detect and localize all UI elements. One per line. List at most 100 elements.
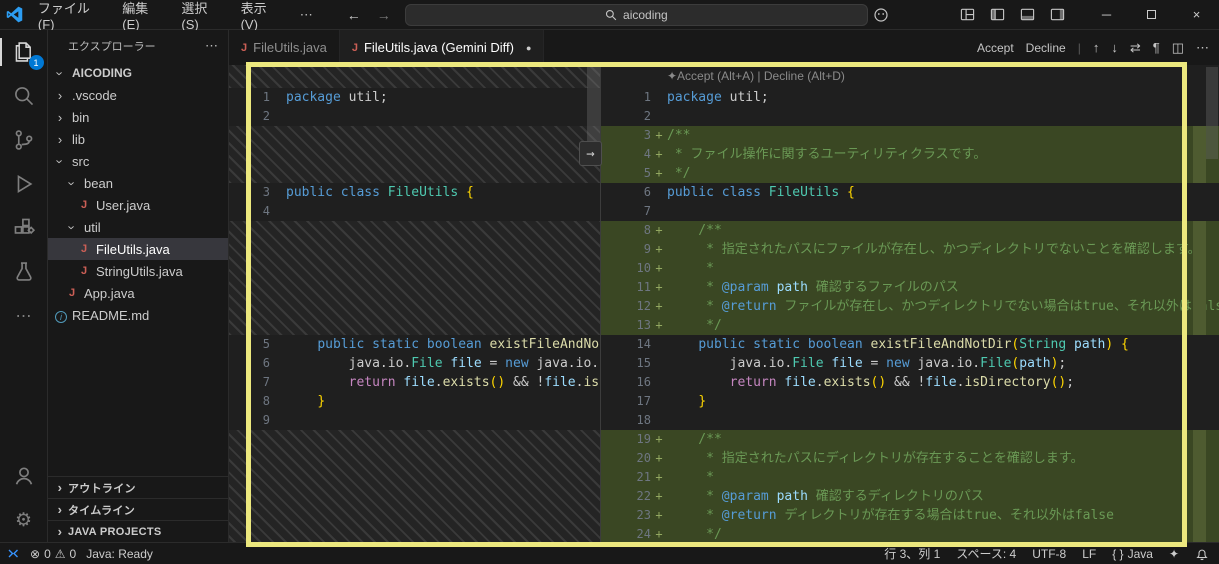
menu-item-view[interactable]: 表示(V)	[233, 0, 292, 32]
diff-hint[interactable]: ✦Accept (Alt+A) | Decline (Alt+D)	[601, 65, 1219, 88]
accept-button[interactable]: Accept	[977, 41, 1014, 55]
tree-item-stringutils-java[interactable]: J StringUtils.java	[48, 260, 228, 282]
language-mode[interactable]: { } Java	[1112, 547, 1153, 561]
code-line[interactable]: 9	[229, 411, 600, 430]
activitybar-source-control[interactable]	[0, 118, 48, 162]
editor-more-button[interactable]: ⋯	[1196, 40, 1209, 56]
activitybar-more[interactable]: ⋯	[0, 294, 48, 338]
toggle-primary-sidebar-icon[interactable]	[984, 2, 1010, 28]
diff-original-pane[interactable]: 1 package util; 2 3 public class FileUtils {…	[229, 65, 600, 542]
tree-item-app-java[interactable]: J App.java	[48, 282, 228, 304]
code-line[interactable]: 3 public class FileUtils {	[229, 183, 600, 202]
tab-fileutils-gemini-diff[interactable]: J FileUtils.java (Gemini Diff) ●	[339, 30, 545, 65]
activitybar-settings[interactable]: ⚙	[0, 498, 48, 542]
window-maximize-button[interactable]	[1129, 0, 1174, 30]
java-status[interactable]: Java: Ready	[86, 547, 153, 561]
code-line[interactable]: 23 + * @return ディレクトリが存在する場合はtrue、それ以外はfa…	[601, 506, 1219, 525]
copilot-icon[interactable]	[868, 2, 894, 28]
menu-item-selection[interactable]: 選択(S)	[173, 0, 232, 32]
code-line[interactable]: 16 return file.exists() && !file.isDirec…	[601, 373, 1219, 392]
tree-item-lib[interactable]: › lib	[48, 128, 228, 150]
code-line[interactable]: 1 package util;	[229, 88, 600, 107]
code-line[interactable]: 5 + */	[601, 164, 1219, 183]
window-close-button[interactable]: ×	[1174, 0, 1219, 30]
code-line[interactable]: 13 + */	[601, 316, 1219, 335]
gemini-sparkle-icon[interactable]: ✦	[1169, 547, 1179, 561]
code-line[interactable]: 3 + /**	[601, 126, 1219, 145]
code-line[interactable]: 11 + * @param path 確認するファイルのパス	[601, 278, 1219, 297]
tree-item-readme-md[interactable]: i README.md	[48, 304, 228, 326]
right-scrollbar[interactable]	[1206, 67, 1218, 159]
code-line[interactable]: 6 public class FileUtils {	[601, 183, 1219, 202]
decline-button[interactable]: Decline	[1026, 41, 1066, 55]
code-line[interactable]: 8 }	[229, 392, 600, 411]
tree-item-bin[interactable]: › bin	[48, 106, 228, 128]
activitybar-explorer[interactable]: 1	[0, 30, 48, 74]
code-line[interactable]: 2	[229, 107, 600, 126]
activitybar-account[interactable]	[0, 454, 48, 498]
whitespace-toggle-button[interactable]: ¶	[1153, 40, 1160, 55]
activitybar-search[interactable]	[0, 74, 48, 118]
swap-diff-button[interactable]: ⇄	[1130, 40, 1141, 56]
eol[interactable]: LF	[1082, 547, 1096, 561]
problems-indicator[interactable]: ⊗ 0 ⚠ 0	[30, 547, 76, 561]
left-scrollbar[interactable]	[587, 67, 600, 151]
section-java-projects[interactable]: › JAVA PROJECTS	[48, 520, 228, 542]
code-line[interactable]: 19 + /**	[601, 430, 1219, 449]
menu-item-edit[interactable]: 編集(E)	[114, 0, 173, 32]
menu-more-icon[interactable]: ⋯	[292, 7, 321, 23]
nav-back-icon[interactable]: ←	[347, 7, 361, 23]
code-line[interactable]: 4	[229, 202, 600, 221]
code-line[interactable]: 8 + /**	[601, 221, 1219, 240]
code-line[interactable]: 9 + * 指定されたパスにファイルが存在し、かつディレクトリでないことを確認しま…	[601, 240, 1219, 259]
split-editor-button[interactable]: ◫	[1172, 40, 1184, 56]
code-line[interactable]: 17 }	[601, 392, 1219, 411]
tab-fileutils[interactable]: J FileUtils.java	[229, 30, 340, 65]
code-line[interactable]: 7	[601, 202, 1219, 221]
toggle-secondary-sidebar-icon[interactable]	[1044, 2, 1070, 28]
code-line[interactable]: 18	[601, 411, 1219, 430]
code-line[interactable]: 4 + * ファイル操作に関するユーティリティクラスです。	[601, 145, 1219, 164]
tree-item-user-java[interactable]: J User.java	[48, 194, 228, 216]
code-line[interactable]: 6 java.io.File file = new java.io.File(p…	[229, 354, 600, 373]
indentation[interactable]: スペース: 4	[956, 545, 1016, 562]
tree-item-util[interactable]: › util	[48, 216, 228, 238]
explorer-more-icon[interactable]: ⋯	[205, 38, 218, 54]
tree-item-bean[interactable]: › bean	[48, 172, 228, 194]
nav-forward-icon[interactable]: →	[377, 7, 391, 23]
encoding[interactable]: UTF-8	[1032, 547, 1066, 561]
code-line[interactable]: 21 + *	[601, 468, 1219, 487]
tree-item-aicoding[interactable]: › AICODING	[48, 62, 228, 84]
activitybar-testing[interactable]	[0, 250, 48, 294]
section-timeline[interactable]: › タイムライン	[48, 498, 228, 520]
code-line[interactable]: 22 + * @param path 確認するディレクトリのパス	[601, 487, 1219, 506]
code-line[interactable]: 15 java.io.File file = new java.io.File(…	[601, 354, 1219, 373]
menu-item-file[interactable]: ファイル(F)	[30, 0, 114, 32]
code-line[interactable]: 7 return file.exists() && !file.isDirect…	[229, 373, 600, 392]
customize-layout-icon[interactable]	[954, 2, 980, 28]
code-line[interactable]: 5 public static boolean existFileAndNotD…	[229, 335, 600, 354]
cursor-position[interactable]: 行 3、列 1	[884, 545, 940, 562]
code-line[interactable]: 14 public static boolean existFileAndNot…	[601, 335, 1219, 354]
notifications-bell[interactable]	[1195, 547, 1209, 561]
code-line[interactable]: 1 package util;	[601, 88, 1219, 107]
activitybar-run-debug[interactable]	[0, 162, 48, 206]
tree-item--vscode[interactable]: › .vscode	[48, 84, 228, 106]
diff-modified-pane[interactable]: ✦Accept (Alt+A) | Decline (Alt+D) 1 packa…	[601, 65, 1219, 542]
window-minimize-button[interactable]: ─	[1084, 0, 1129, 30]
code-line[interactable]: 12 + * @return ファイルが存在し、かつディレクトリでない場合はtru…	[601, 297, 1219, 316]
code-line[interactable]: 20 + * 指定されたパスにディレクトリが存在することを確認します。	[601, 449, 1219, 468]
toggle-panel-icon[interactable]	[1014, 2, 1040, 28]
next-change-button[interactable]: ↓	[1111, 40, 1118, 55]
code-line[interactable]: 2	[601, 107, 1219, 126]
section-outline[interactable]: › アウトライン	[48, 476, 228, 498]
activitybar-extensions[interactable]	[0, 206, 48, 250]
remote-indicator[interactable]	[6, 547, 20, 561]
tree-item-fileutils-java[interactable]: J FileUtils.java	[48, 238, 228, 260]
tree-item-src[interactable]: › src	[48, 150, 228, 172]
accept-change-arrow-button[interactable]: →	[579, 141, 602, 166]
search-input[interactable]: aicoding	[404, 3, 868, 26]
previous-change-button[interactable]: ↑	[1093, 40, 1100, 55]
code-line[interactable]: 24 + */	[601, 525, 1219, 542]
code-line[interactable]: 10 + *	[601, 259, 1219, 278]
